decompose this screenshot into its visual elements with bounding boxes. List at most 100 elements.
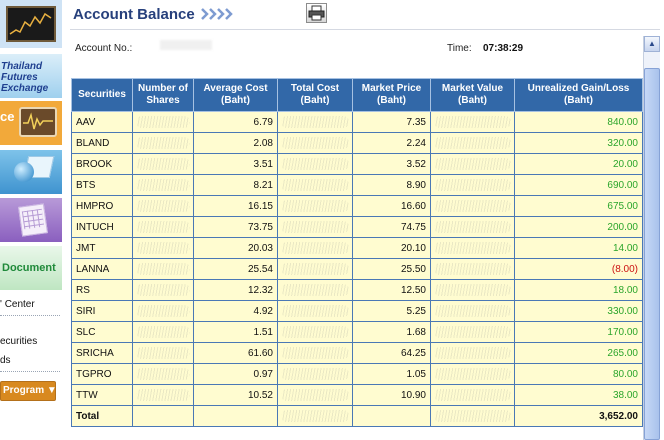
cell-market-price: 16.60 (352, 195, 431, 217)
sidebar-link-ds[interactable]: ds (0, 355, 11, 366)
service-tile-label: ce (0, 109, 15, 124)
cell-total-cost (277, 237, 353, 259)
account-no-label: Account No.: (75, 43, 133, 54)
column-header-number-of-shares: Number of Shares (132, 78, 194, 112)
cell-security: RS (71, 279, 133, 301)
cell-market-price: 12.50 (352, 279, 431, 301)
redacted-value (434, 305, 511, 317)
cell-unrealized-gain-loss: 200.00 (514, 216, 643, 238)
cell-market-value (430, 216, 515, 238)
cell-security: BTS (71, 174, 133, 196)
cell-market-value (430, 384, 515, 406)
empty-cell (132, 405, 194, 427)
redacted-value (281, 242, 349, 254)
cell-average-cost: 12.32 (193, 279, 278, 301)
cell-unrealized-gain-loss: 265.00 (514, 342, 643, 364)
cell-market-price: 1.68 (352, 321, 431, 343)
sidebar-chart-tile[interactable] (0, 0, 62, 48)
redacted-value (136, 116, 190, 128)
cell-market-price: 5.25 (352, 300, 431, 322)
sidebar-link-center[interactable]: ' Center (0, 299, 35, 310)
redacted-value (434, 137, 511, 149)
empty-cell (193, 405, 278, 427)
globe-icon (14, 162, 34, 182)
cell-market-price: 10.90 (352, 384, 431, 406)
cell-unrealized-gain-loss: 320.00 (514, 132, 643, 154)
cell-market-price: 20.10 (352, 237, 431, 259)
cell-total-cost (277, 132, 353, 154)
cell-total-cost (277, 321, 353, 343)
redacted-value (434, 179, 511, 191)
sidebar-document-tile[interactable]: Document (0, 246, 62, 290)
redacted-value (434, 221, 511, 233)
cell-market-value (430, 321, 515, 343)
chart-icon (6, 6, 56, 42)
redacted-value (434, 410, 511, 422)
cell-total-cost (277, 195, 353, 217)
scroll-thumb[interactable] (644, 68, 660, 440)
total-gain-loss: 3,652.00 (514, 405, 643, 427)
sidebar-globe-tile[interactable] (0, 150, 62, 194)
column-header-market-price: Market Price (Baht) (352, 78, 431, 112)
table-row: BROOK 3.51 3.52 20.00 (71, 153, 643, 175)
table-header-row: Securities Number of Shares Average Cost… (71, 78, 643, 112)
vertical-scrollbar[interactable]: ▲ (643, 36, 660, 440)
redacted-value (281, 137, 349, 149)
redacted-value (136, 221, 190, 233)
cell-number-of-shares (132, 258, 194, 280)
cell-security: SRICHA (71, 342, 133, 364)
cell-average-cost: 25.54 (193, 258, 278, 280)
cell-average-cost: 73.75 (193, 216, 278, 238)
cell-market-value (430, 111, 515, 133)
cell-average-cost: 3.51 (193, 153, 278, 175)
sidebar: Thailand Futures Exchange ce Document ' … (0, 0, 62, 440)
table-body: AAV 6.79 7.35 840.00 BLAND 2.08 2.24 320.00 BROO… (71, 111, 643, 427)
redacted-value (136, 389, 190, 401)
print-button[interactable] (306, 3, 327, 23)
cell-average-cost: 61.60 (193, 342, 278, 364)
cell-total-cost (277, 153, 353, 175)
cell-security: HMPRO (71, 195, 133, 217)
sidebar-tfex-tile[interactable]: Thailand Futures Exchange (0, 54, 62, 98)
table-row: BTS 8.21 8.90 690.00 (71, 174, 643, 196)
table-row: LANNA 25.54 25.50 (8.00) (71, 258, 643, 280)
redacted-value (434, 389, 511, 401)
redacted-value (281, 410, 349, 422)
redacted-value (281, 116, 349, 128)
cell-unrealized-gain-loss: 18.00 (514, 279, 643, 301)
cell-market-value (430, 279, 515, 301)
column-header-total-cost: Total Cost (Baht) (277, 78, 353, 112)
cell-market-value (430, 132, 515, 154)
cell-security: TTW (71, 384, 133, 406)
scroll-up-icon[interactable]: ▲ (644, 36, 660, 52)
sidebar-calendar-tile[interactable] (0, 198, 62, 242)
cell-number-of-shares (132, 300, 194, 322)
cell-market-value (430, 258, 515, 280)
redacted-value (281, 158, 349, 170)
sidebar-service-tile[interactable]: ce (0, 101, 62, 145)
cell-total-cost (277, 111, 353, 133)
cell-average-cost: 2.08 (193, 132, 278, 154)
cell-number-of-shares (132, 279, 194, 301)
cell-market-value (430, 237, 515, 259)
redacted-value (434, 263, 511, 275)
document-tile-label: Document (2, 262, 56, 274)
redacted-value (434, 284, 511, 296)
account-no-value-redacted (160, 40, 212, 50)
redacted-value (136, 137, 190, 149)
cell-unrealized-gain-loss: 170.00 (514, 321, 643, 343)
cell-security: LANNA (71, 258, 133, 280)
account-balance-table: Securities Number of Shares Average Cost… (71, 78, 643, 427)
redacted-value (136, 242, 190, 254)
redacted-value (281, 200, 349, 212)
sidebar-link-securities[interactable]: ecurities (0, 336, 37, 347)
cell-number-of-shares (132, 153, 194, 175)
cell-security: SLC (71, 321, 133, 343)
table-row: AAV 6.79 7.35 840.00 (71, 111, 643, 133)
program-button[interactable]: Program ▼ (0, 381, 57, 401)
cell-market-value (430, 153, 515, 175)
page-title: Account Balance (73, 6, 195, 23)
redacted-value (434, 368, 511, 380)
redacted-value (434, 116, 511, 128)
cell-number-of-shares (132, 342, 194, 364)
